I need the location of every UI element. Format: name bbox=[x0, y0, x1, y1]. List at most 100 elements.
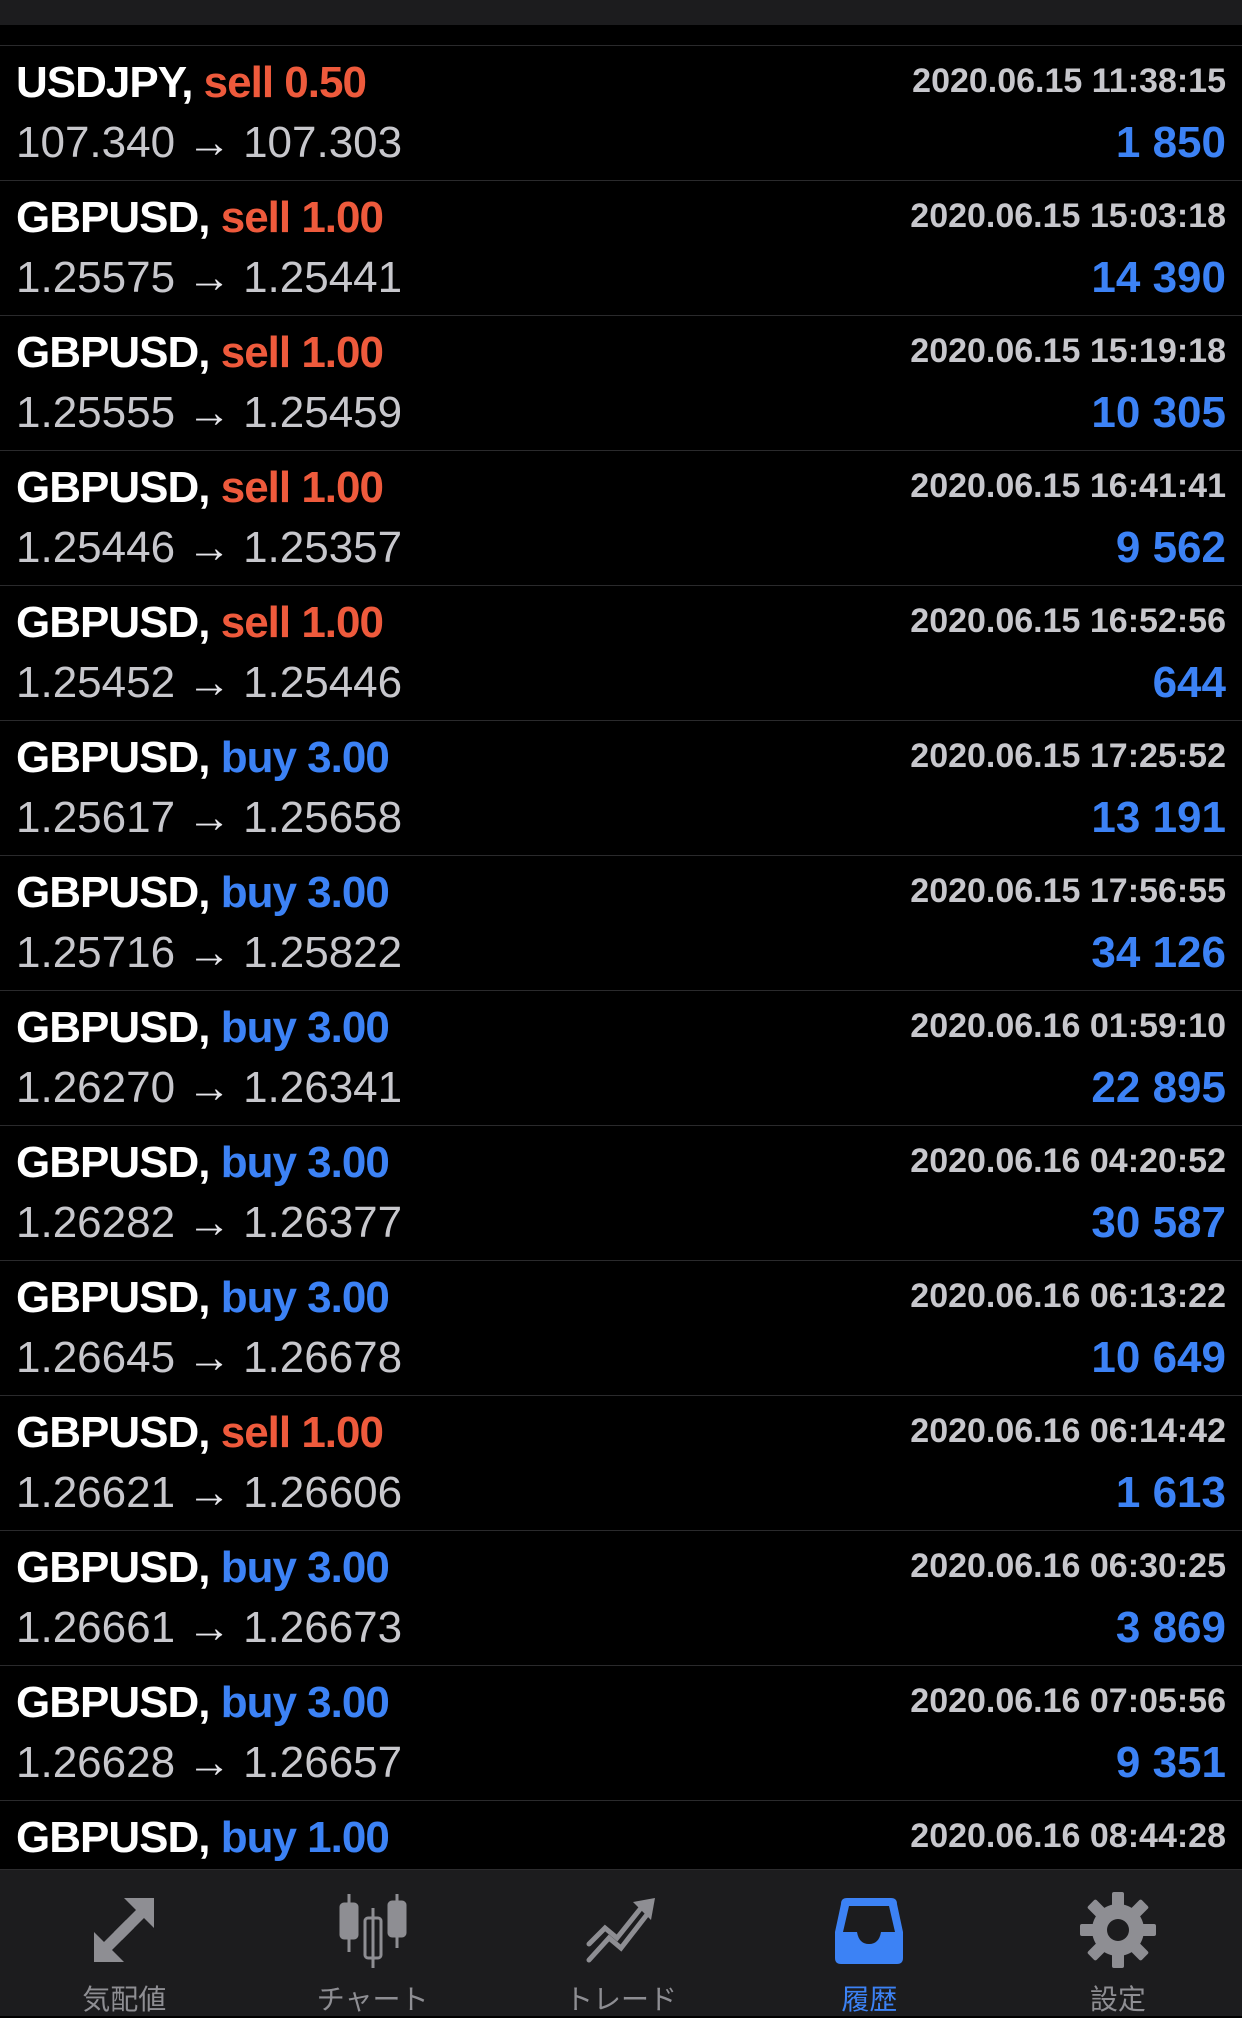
trade-profit: 1 613 bbox=[1115, 1468, 1226, 1517]
trade-time: 2020.06.16 06:13:22 bbox=[910, 1277, 1226, 1315]
trade-time: 2020.06.15 17:56:55 bbox=[910, 872, 1226, 910]
trade-symbol: GBPUSD, sell 1.00 bbox=[16, 1408, 384, 1458]
trade-profit: 9 562 bbox=[1115, 523, 1226, 572]
trade-history-list[interactable]: USDJPY, sell 0.50 2020.06.15 11:38:15 10… bbox=[0, 45, 1242, 1935]
trade-profit: 22 895 bbox=[1091, 1063, 1226, 1112]
trade-prices: 1.25716 → 1.25822 bbox=[16, 928, 402, 978]
tab-chart-label: チャート bbox=[316, 1984, 429, 2015]
side-volume-label: buy 3.00 bbox=[220, 1543, 390, 1592]
trade-row[interactable]: GBPUSD, sell 1.00 2020.06.15 16:52:56 1.… bbox=[0, 585, 1242, 720]
arrow-icon: → bbox=[187, 1198, 232, 1247]
trade-row[interactable]: USDJPY, sell 0.50 2020.06.15 11:38:15 10… bbox=[0, 45, 1242, 180]
trade-time: 2020.06.15 15:03:18 bbox=[910, 197, 1226, 235]
symbol-label: GBPUSD, bbox=[16, 868, 210, 917]
trade-row[interactable]: GBPUSD, sell 1.00 2020.06.16 06:14:42 1.… bbox=[0, 1395, 1242, 1530]
open-price: 1.26628 bbox=[16, 1738, 176, 1787]
trade-prices: 1.25617 → 1.25658 bbox=[16, 793, 402, 843]
arrow-icon: → bbox=[187, 1333, 232, 1382]
arrow-icon: → bbox=[187, 1063, 232, 1112]
trade-row[interactable]: GBPUSD, sell 1.00 2020.06.15 16:41:41 1.… bbox=[0, 450, 1242, 585]
tab-settings-label: 設定 bbox=[1089, 1984, 1146, 2015]
trade-row[interactable]: GBPUSD, buy 3.00 2020.06.16 04:20:52 1.2… bbox=[0, 1125, 1242, 1260]
side-volume-label: sell 1.00 bbox=[220, 463, 384, 512]
history-inbox-icon bbox=[835, 1898, 904, 1964]
arrow-icon: → bbox=[187, 1468, 232, 1517]
trade-row[interactable]: GBPUSD, sell 1.00 2020.06.15 15:19:18 1.… bbox=[0, 315, 1242, 450]
tab-chart[interactable]: チャート bbox=[248, 1870, 496, 2016]
open-price: 1.25617 bbox=[16, 793, 176, 842]
trade-prices: 1.26661 → 1.26673 bbox=[16, 1603, 402, 1653]
open-price: 1.25446 bbox=[16, 523, 176, 572]
open-price: 1.25575 bbox=[16, 253, 176, 302]
trade-row[interactable]: GBPUSD, buy 3.00 2020.06.16 07:05:56 1.2… bbox=[0, 1665, 1242, 1800]
symbol-label: GBPUSD, bbox=[16, 463, 210, 512]
symbol-label: GBPUSD, bbox=[16, 1003, 210, 1052]
symbol-label: GBPUSD, bbox=[16, 193, 210, 242]
trade-time: 2020.06.15 16:52:56 bbox=[910, 602, 1226, 640]
side-volume-label: buy 3.00 bbox=[220, 733, 390, 782]
trade-symbol: GBPUSD, buy 3.00 bbox=[16, 1138, 390, 1188]
close-price: 1.26606 bbox=[243, 1468, 403, 1517]
symbol-label: GBPUSD, bbox=[16, 328, 210, 377]
trade-profit: 14 390 bbox=[1091, 253, 1226, 302]
trade-profit: 644 bbox=[1152, 658, 1226, 707]
trade-profit: 10 649 bbox=[1091, 1333, 1226, 1382]
side-volume-label: buy 1.00 bbox=[220, 1813, 390, 1862]
close-price: 1.25658 bbox=[243, 793, 403, 842]
trade-profit: 30 587 bbox=[1091, 1198, 1226, 1247]
trade-row[interactable]: GBPUSD, buy 3.00 2020.06.16 06:30:25 1.2… bbox=[0, 1530, 1242, 1665]
trade-symbol: GBPUSD, sell 1.00 bbox=[16, 598, 384, 648]
close-price: 1.25459 bbox=[243, 388, 403, 437]
close-price: 107.303 bbox=[243, 118, 403, 167]
tab-bar: 気配値 チャート トレード 履歴 設定 bbox=[0, 1869, 1242, 2016]
trade-time: 2020.06.16 01:59:10 bbox=[910, 1007, 1226, 1045]
symbol-label: GBPUSD, bbox=[16, 733, 210, 782]
trade-symbol: GBPUSD, buy 3.00 bbox=[16, 1273, 390, 1323]
trade-profit: 1 850 bbox=[1115, 118, 1226, 167]
open-price: 1.26645 bbox=[16, 1333, 176, 1382]
trade-row[interactable]: GBPUSD, sell 1.00 2020.06.15 15:03:18 1.… bbox=[0, 180, 1242, 315]
side-volume-label: sell 1.00 bbox=[220, 328, 384, 377]
trade-row[interactable]: GBPUSD, buy 3.00 2020.06.15 17:25:52 1.2… bbox=[0, 720, 1242, 855]
tab-history[interactable]: 履歴 bbox=[745, 1870, 993, 2016]
arrow-icon: → bbox=[187, 253, 232, 302]
trade-prices: 1.25575 → 1.25441 bbox=[16, 253, 402, 303]
trade-prices: 107.340 → 107.303 bbox=[16, 118, 402, 168]
trade-symbol: USDJPY, sell 0.50 bbox=[16, 58, 367, 108]
open-price: 1.25716 bbox=[16, 928, 176, 977]
close-price: 1.26673 bbox=[243, 1603, 403, 1652]
tab-settings[interactable]: 設定 bbox=[994, 1870, 1242, 2016]
trade-row[interactable]: GBPUSD, buy 3.00 2020.06.15 17:56:55 1.2… bbox=[0, 855, 1242, 990]
arrow-icon: → bbox=[187, 1603, 232, 1652]
open-price: 107.340 bbox=[16, 118, 176, 167]
trade-row[interactable]: GBPUSD, buy 3.00 2020.06.16 06:13:22 1.2… bbox=[0, 1260, 1242, 1395]
tab-trade[interactable]: トレード bbox=[497, 1870, 745, 2016]
settings-gear-icon bbox=[1079, 1892, 1156, 1968]
trade-prices: 1.26645 → 1.26678 bbox=[16, 1333, 402, 1383]
arrow-icon: → bbox=[187, 388, 232, 437]
trade-symbol: GBPUSD, sell 1.00 bbox=[16, 463, 384, 513]
side-volume-label: sell 1.00 bbox=[220, 1408, 384, 1457]
trade-symbol: GBPUSD, sell 1.00 bbox=[16, 193, 384, 243]
trade-time: 2020.06.15 15:19:18 bbox=[910, 332, 1226, 370]
symbol-label: GBPUSD, bbox=[16, 1543, 210, 1592]
arrow-icon: → bbox=[187, 793, 232, 842]
symbol-label: GBPUSD, bbox=[16, 1138, 210, 1187]
trade-row[interactable]: GBPUSD, buy 3.00 2020.06.16 01:59:10 1.2… bbox=[0, 990, 1242, 1125]
trade-profit: 3 869 bbox=[1115, 1603, 1226, 1652]
arrow-icon: → bbox=[187, 523, 232, 572]
side-volume-label: buy 3.00 bbox=[220, 868, 390, 917]
close-price: 1.26341 bbox=[243, 1063, 403, 1112]
top-scroll-edge bbox=[0, 0, 1242, 25]
trade-profit: 34 126 bbox=[1091, 928, 1226, 977]
trade-symbol: GBPUSD, buy 1.00 bbox=[16, 1813, 390, 1863]
trade-prices: 1.26282 → 1.26377 bbox=[16, 1198, 402, 1248]
symbol-label: GBPUSD, bbox=[16, 1813, 210, 1862]
trade-prices: 1.26621 → 1.26606 bbox=[16, 1468, 402, 1518]
tab-trade-label: トレード bbox=[565, 1984, 678, 2015]
arrow-icon: → bbox=[187, 118, 232, 167]
trade-symbol: GBPUSD, buy 3.00 bbox=[16, 1543, 390, 1593]
trade-prices: 1.25555 → 1.25459 bbox=[16, 388, 402, 438]
trade-prices: 1.25446 → 1.25357 bbox=[16, 523, 402, 573]
tab-quotes[interactable]: 気配値 bbox=[0, 1870, 248, 2016]
